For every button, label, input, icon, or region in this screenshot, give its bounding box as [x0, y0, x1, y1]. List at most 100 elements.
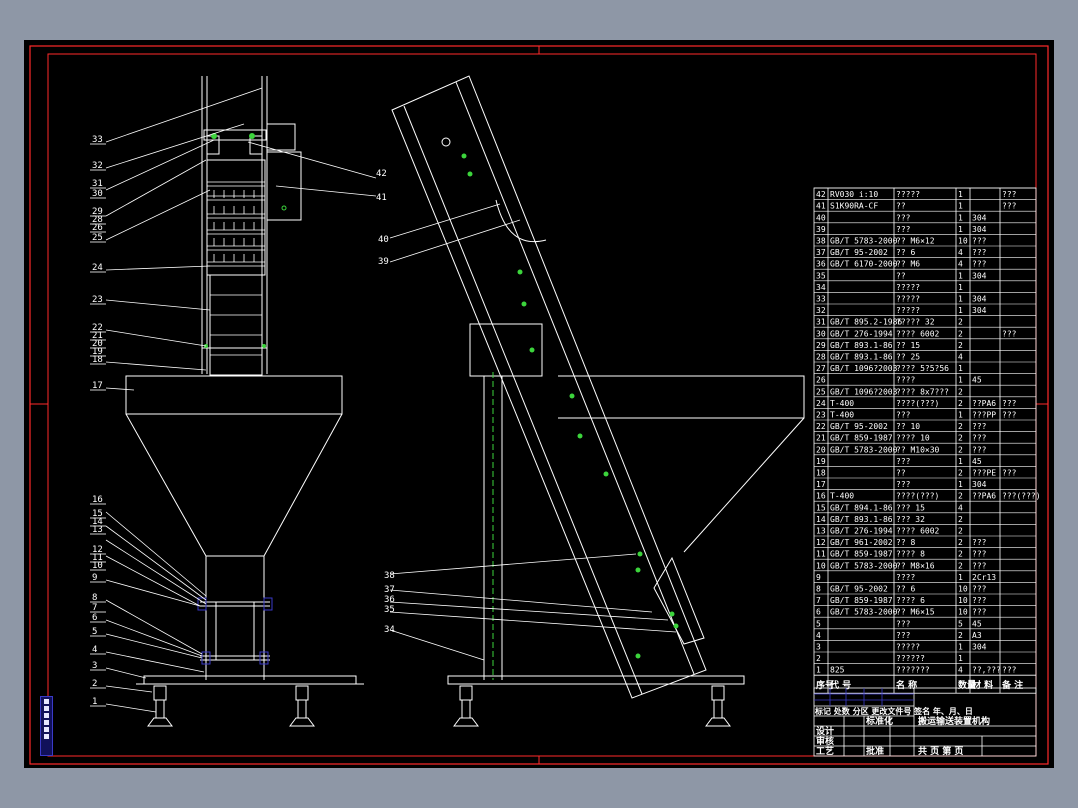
- bom-cell: 20: [816, 445, 826, 454]
- bom-cell: ???? 8: [896, 550, 925, 559]
- bom-cell: ???: [972, 237, 987, 246]
- bom-cell: 2: [958, 329, 963, 338]
- bom-cell: ???: [896, 213, 911, 222]
- part-label-2: 2: [92, 679, 97, 689]
- bom-cell: 30: [816, 329, 826, 338]
- drive-shaft: [441, 137, 451, 147]
- bom-cell: 1: [958, 480, 963, 489]
- bom-cell: 23: [816, 411, 826, 420]
- bom-cell: 21: [816, 434, 826, 443]
- part-label-8: 8: [92, 593, 97, 603]
- bom-cell: 2: [958, 422, 963, 431]
- bom-cell: GB/T 6170-2000: [830, 260, 898, 269]
- bom-cell: ?? 6: [896, 248, 915, 257]
- bom-cell: ?? M8×16: [896, 561, 935, 570]
- bom-cell: ???: [1002, 190, 1017, 199]
- bom-cell: 2: [958, 515, 963, 524]
- part-label-34: 34: [384, 625, 395, 635]
- bom-cell: ??? 15: [896, 503, 925, 512]
- part-label-33: 33: [92, 135, 103, 145]
- bom-cell: ????? 32: [896, 318, 935, 327]
- bom-cell: 4: [958, 666, 963, 675]
- bom-cell: A3: [972, 631, 982, 640]
- bom-cell: 1: [958, 364, 963, 373]
- bom-cell: 2: [816, 654, 821, 663]
- bom-cell: 5: [816, 619, 821, 628]
- bom-cell: GB/T 859-1987: [830, 596, 893, 605]
- bom-cell: 42: [816, 190, 826, 199]
- side-view-part-labels: 42 41 40 39 38 373635 34: [376, 169, 395, 635]
- bom-cell: RV030 i:10: [830, 190, 878, 199]
- bom-cell: 304: [972, 306, 987, 315]
- bom-cell: ???PP: [972, 411, 996, 420]
- bom-cell: 1: [958, 295, 963, 304]
- bom-cell: 17: [816, 480, 826, 489]
- bom-cell: 19: [816, 457, 826, 466]
- bom-cell: 37: [816, 248, 826, 257]
- bom-cell: 5: [958, 619, 963, 628]
- part-label-5: 5: [92, 627, 97, 637]
- part-label-10: 10: [92, 561, 103, 571]
- bom-cell: ???: [1002, 329, 1017, 338]
- bom-cell: ??: [896, 271, 906, 280]
- bom-cell: ???: [896, 480, 911, 489]
- bom-cell: GB/T 95-2002: [830, 422, 888, 431]
- part-label-6: 6: [92, 613, 97, 623]
- bom-cell: GB/T 859-1987: [830, 434, 893, 443]
- part-label-38: 38: [384, 571, 395, 581]
- toolbar-icon-2[interactable]: [44, 706, 49, 711]
- part-label-26: 26: [92, 223, 103, 233]
- bom-cell: ???: [896, 631, 911, 640]
- bom-cell: 45: [972, 376, 982, 385]
- bom-cell: 39: [816, 225, 826, 234]
- bom-cell: GB/T 95-2002: [830, 585, 888, 594]
- part-label-41: 41: [376, 193, 387, 203]
- toolbar-icon-5[interactable]: [44, 727, 49, 732]
- bom-cell: 14: [816, 515, 826, 524]
- part-label-23: 23: [92, 295, 103, 305]
- bom-cell: 10: [816, 561, 826, 570]
- bom-cell: ??: [896, 202, 906, 211]
- bom-cell: 28: [816, 353, 826, 362]
- bom-cell: ???PE: [972, 469, 996, 478]
- bom-cell: ????: [896, 376, 915, 385]
- bom-cell: 7: [816, 596, 821, 605]
- bom-cell: 4: [958, 248, 963, 257]
- bom-cell: 29: [816, 341, 826, 350]
- bom-cell: ?????: [896, 283, 920, 292]
- side-view: [391, 75, 805, 727]
- bom-header-cell: 材 料: [971, 679, 993, 691]
- vertical-toolbar[interactable]: [40, 696, 53, 756]
- bom-cell: 1: [958, 271, 963, 280]
- bom-cell: 1: [958, 306, 963, 315]
- bom-cell: ???: [896, 457, 911, 466]
- bom-cell: ?? 10: [896, 422, 920, 431]
- toolbar-icon-4[interactable]: [44, 720, 49, 725]
- bom-cell: 12: [816, 538, 826, 547]
- bom-cell: 34: [816, 283, 826, 292]
- bom-cell: ???: [972, 260, 987, 269]
- bom-cell: 2: [958, 387, 963, 396]
- toolbar-icon-1[interactable]: [44, 699, 49, 704]
- bom-cell: 2: [958, 469, 963, 478]
- bom-cell: ???? 6002: [896, 329, 940, 338]
- part-label-31: 31: [92, 179, 103, 189]
- title-block-approve: 批准: [866, 745, 884, 757]
- bom-cell: ???????: [896, 666, 930, 675]
- bom-cell: 6: [816, 608, 821, 617]
- bom-cell: 45: [972, 457, 982, 466]
- bom-cell: ???: [1002, 666, 1017, 675]
- bom-cell: GB/T 5783-2000: [830, 445, 898, 454]
- toolbar-icon-6[interactable]: [44, 734, 49, 739]
- bom-cell: ???: [1002, 202, 1017, 211]
- bom-header-cell: 备 注: [1001, 679, 1023, 691]
- bom-cell: 15: [816, 503, 826, 512]
- bom-cell: 1: [816, 666, 821, 675]
- sheet-count: 共 页 第 页: [918, 745, 963, 757]
- bom-cell: 304: [972, 480, 987, 489]
- part-label-16: 16: [92, 495, 103, 505]
- bom-cell: ?????: [896, 190, 920, 199]
- toolbar-icon-3[interactable]: [44, 713, 49, 718]
- bom-cell: 9: [816, 573, 821, 582]
- title-block-revision-line: 标记 处数 分区 更改文件号 签名 年、月、日: [814, 706, 973, 716]
